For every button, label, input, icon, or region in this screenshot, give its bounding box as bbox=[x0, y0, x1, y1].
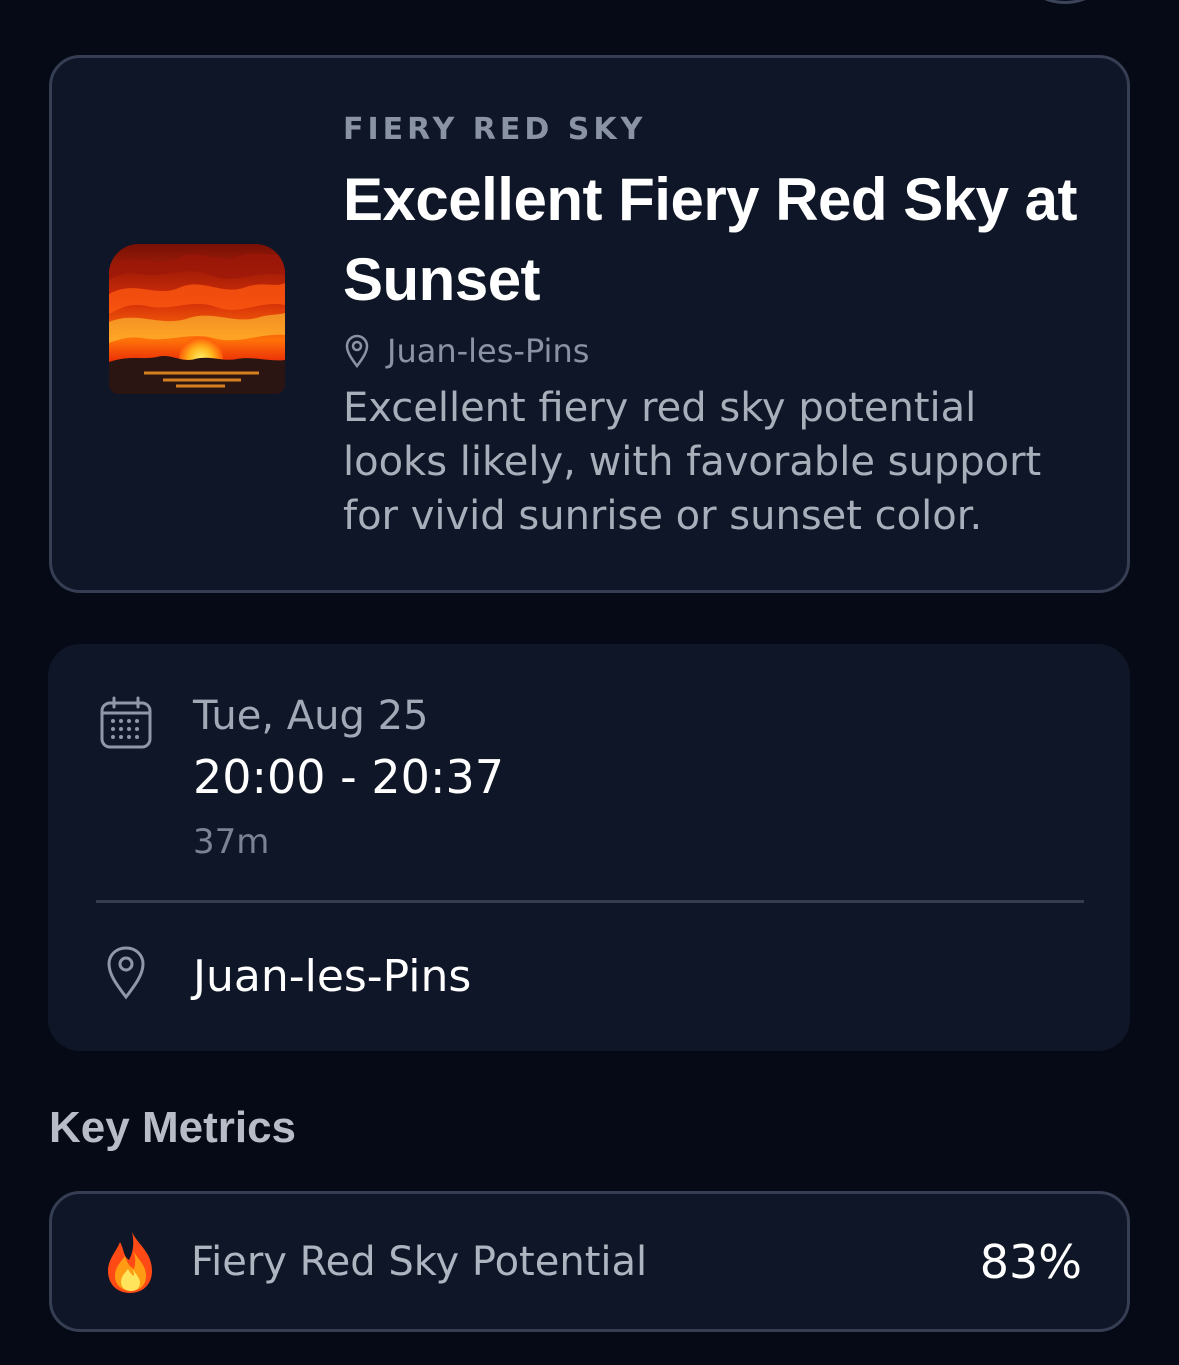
event-location-text: Juan-les-Pins bbox=[387, 332, 590, 370]
event-title: Excellent Fiery Red Sky at Sunset bbox=[343, 166, 1078, 313]
event-location-row: Juan-les-Pins bbox=[343, 329, 589, 373]
event-duration: 37m bbox=[193, 822, 270, 862]
location-pin-icon bbox=[107, 946, 145, 1000]
key-metrics-title: Key Metrics bbox=[49, 1103, 297, 1152]
top-button-edge[interactable] bbox=[1022, 0, 1108, 4]
event-date: Tue, Aug 25 bbox=[193, 693, 429, 739]
sky-event-summary-card: FIERY RED SKY Excellent Fiery Red Sky at… bbox=[49, 55, 1130, 593]
sunset-image bbox=[109, 244, 285, 394]
event-description: Excellent fiery red sky potential looks … bbox=[343, 385, 1042, 539]
metric-label: Fiery Red Sky Potential bbox=[191, 1239, 648, 1285]
event-category-label: FIERY RED SKY bbox=[343, 112, 647, 147]
calendar-icon bbox=[100, 696, 152, 749]
sky-event-details-screen: FIERY RED SKY Excellent Fiery Red Sky at… bbox=[0, 0, 1179, 1365]
fiery-red-sky-potential-metric: Fiery Red Sky Potential 83% bbox=[49, 1191, 1130, 1332]
metric-value: 83% bbox=[979, 1235, 1082, 1289]
event-time-location-card: Tue, Aug 25 20:00 - 20:37 37m Juan-les-P… bbox=[48, 644, 1130, 1051]
details-divider bbox=[96, 900, 1084, 903]
details-location: Juan-les-Pins bbox=[193, 951, 472, 1002]
location-pin-icon bbox=[345, 334, 369, 368]
event-time-range: 20:00 - 20:37 bbox=[193, 750, 504, 804]
fire-icon bbox=[108, 1232, 152, 1293]
